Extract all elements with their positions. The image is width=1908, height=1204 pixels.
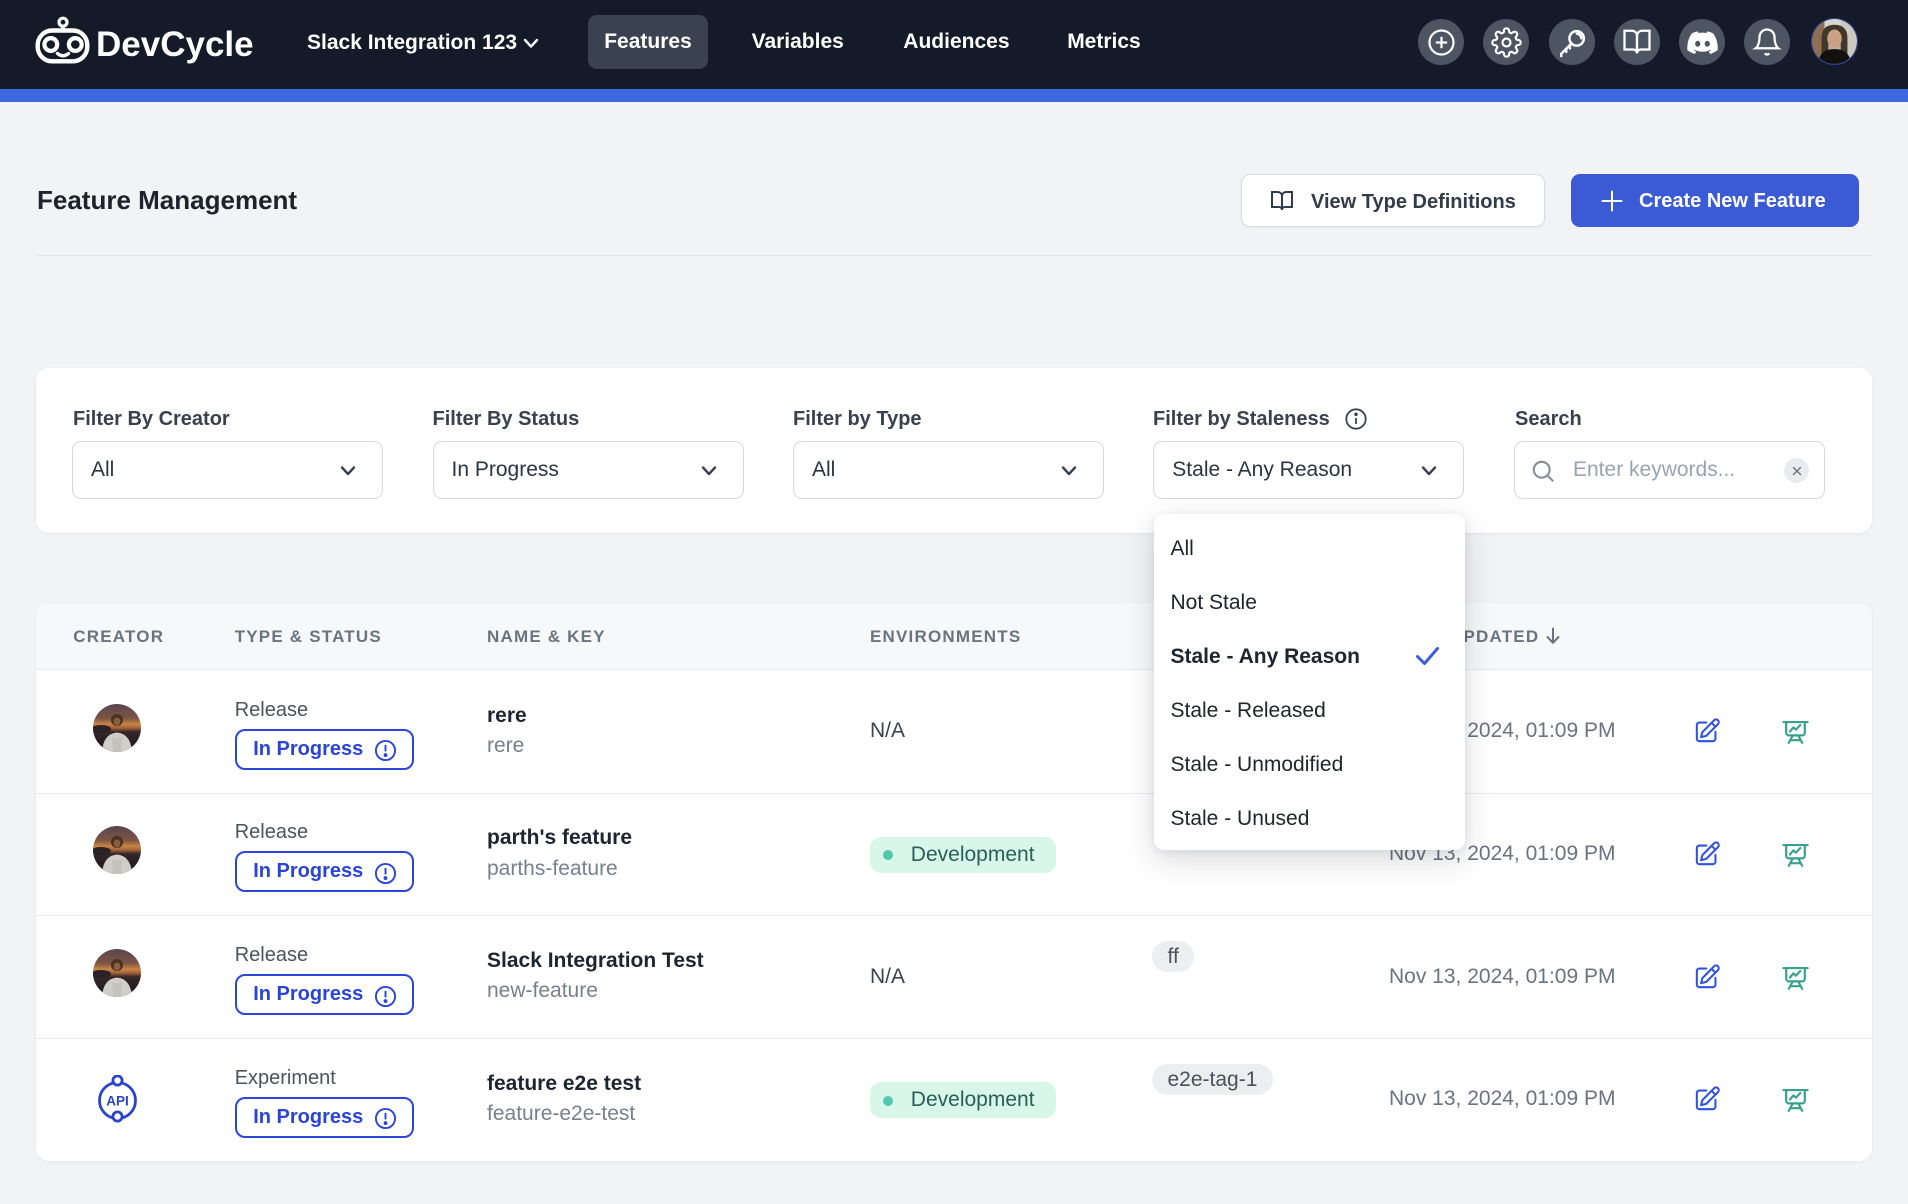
svg-text:API: API	[106, 1093, 129, 1108]
